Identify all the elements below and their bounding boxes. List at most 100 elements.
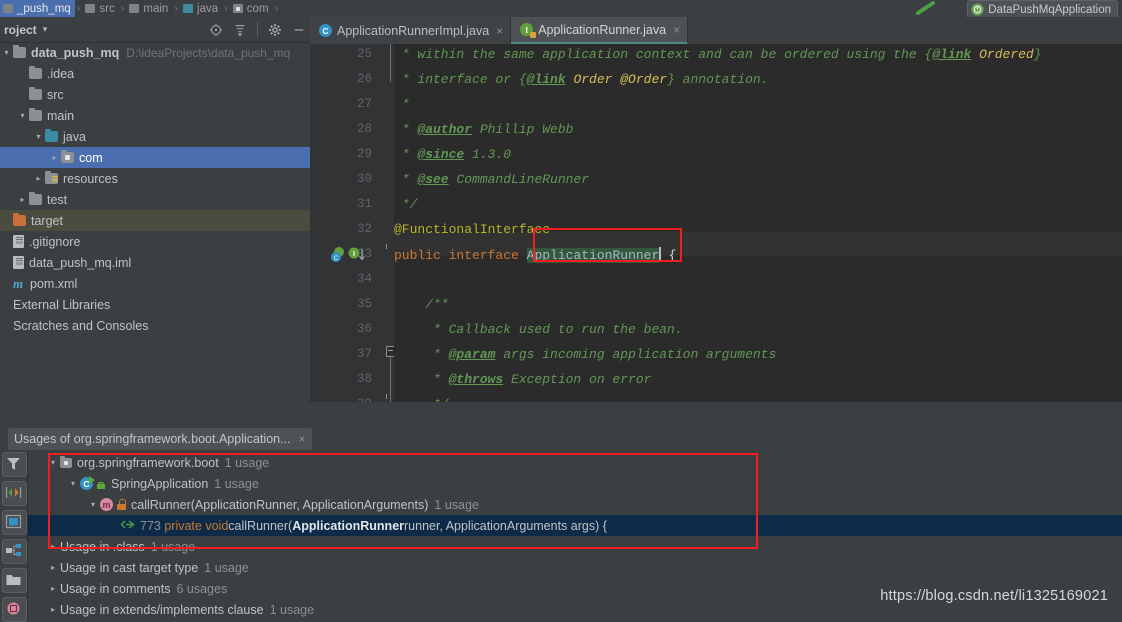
usages-tree-row[interactable]: 773 private void callRunner(ApplicationR… xyxy=(28,515,1122,536)
group-by-module-icon[interactable] xyxy=(2,568,27,593)
project-tree-item-label: target xyxy=(31,213,63,228)
project-tree-item-idea[interactable]: ▸.idea xyxy=(0,63,310,84)
breadcrumb: _push_mq › src › main › java › com › xyxy=(0,0,280,17)
breadcrumb-item-main[interactable]: main xyxy=(126,0,172,17)
usages-tab[interactable]: Usages of org.springframework.boot.Appli… xyxy=(8,428,312,450)
breadcrumb-item-java[interactable]: java xyxy=(180,0,222,17)
code-line[interactable]: public interface ApplicationRunner { xyxy=(394,247,676,263)
implemented-by-icon[interactable]: CI xyxy=(330,246,376,264)
chevron-right-icon[interactable]: ▸ xyxy=(48,153,61,162)
project-tree-item-datapushmq[interactable]: ▾ data_push_mq D:\ideaProjects\data_push_m… xyxy=(0,42,310,63)
chevron-right-icon[interactable]: ▸ xyxy=(46,563,60,572)
project-tree-item-gitignore[interactable]: ▸.gitignore xyxy=(0,231,310,252)
code-line[interactable]: * @throws Exception on error xyxy=(394,372,651,387)
project-tree[interactable]: ▾ data_push_mq D:\ideaProjects\data_push_m… xyxy=(0,42,310,402)
code-line[interactable]: * within the same application context an… xyxy=(394,47,1042,62)
code-line[interactable]: */ xyxy=(394,197,418,212)
project-tree-item-label: resources xyxy=(63,171,118,186)
filter-icon[interactable] xyxy=(2,452,27,477)
project-tree-item-main[interactable]: ▾ main xyxy=(0,105,310,126)
code-line[interactable]: * xyxy=(394,97,410,112)
fold-gutter[interactable] xyxy=(382,44,398,402)
project-tree-item-test[interactable]: ▸ test xyxy=(0,189,310,210)
chevron-right-icon[interactable]: ▸ xyxy=(46,584,60,593)
editor-gutter[interactable]: 252627282930313233343536373839CI xyxy=(310,44,382,402)
chevron-down-icon[interactable]: ▾ xyxy=(43,24,48,35)
usages-tree-row[interactable]: ▸ Usage in .class 1 usage xyxy=(28,536,1122,557)
breadcrumb-item-pushmq[interactable]: _push_mq xyxy=(0,0,75,17)
code-line[interactable]: * @since 1.3.0 xyxy=(394,147,511,162)
usage-count: 6 usages xyxy=(176,581,228,596)
project-tree-item-scratchesandconsoles[interactable]: ▸Scratches and Consoles xyxy=(0,315,310,336)
code-line[interactable]: * @see CommandLineRunner xyxy=(394,172,589,187)
project-tree-item-target[interactable]: ▸target xyxy=(0,210,310,231)
editor-tab-applicationrunnerimpljava[interactable]: C ApplicationRunnerImpl.java × xyxy=(310,17,512,44)
usages-tree-row[interactable]: ▾ C SpringApplication 1 usage xyxy=(28,473,1122,494)
code-line[interactable]: @FunctionalInterface xyxy=(394,222,550,237)
hide-icon[interactable] xyxy=(292,23,306,37)
collapse-all-icon[interactable] xyxy=(233,23,247,37)
usage-count: 1 usage xyxy=(204,560,249,575)
line-number: 32 xyxy=(356,222,372,236)
editor-area: C ApplicationRunnerImpl.java × I Application… xyxy=(310,17,1122,402)
line-number: 30 xyxy=(356,172,372,186)
close-icon[interactable]: × xyxy=(496,24,503,38)
code-line[interactable]: /** xyxy=(394,297,448,312)
chevron-down-icon[interactable]: ▾ xyxy=(46,458,60,467)
chevron-down-icon[interactable]: ▾ xyxy=(32,132,45,141)
usages-tree-label: SpringApplication xyxy=(111,476,209,491)
chevron-right-icon[interactable]: ▸ xyxy=(32,174,45,183)
project-tree-item-resources[interactable]: ▸ resources xyxy=(0,168,310,189)
close-icon[interactable]: × xyxy=(299,432,306,446)
usages-tree-row[interactable]: ▾ m callRunner(ApplicationRunner, Applicat… xyxy=(28,494,1122,515)
project-tree-item-com[interactable]: ▸ com xyxy=(0,147,310,168)
project-tree-item-label: test xyxy=(47,192,68,207)
interface-icon: I xyxy=(520,23,537,38)
expand-collapse-icon[interactable] xyxy=(2,481,27,506)
chevron-right-icon[interactable]: ▸ xyxy=(46,542,60,551)
line-number: 29 xyxy=(356,147,372,161)
code-line[interactable]: * Callback used to run the bean. xyxy=(394,322,683,337)
chevron-down-icon[interactable]: ▾ xyxy=(66,479,80,488)
project-tree-item-label: data_push_mq xyxy=(31,45,120,60)
code-line[interactable]: * interface or {@link Order @Order} anno… xyxy=(394,72,769,87)
breadcrumb-item-src[interactable]: src xyxy=(82,0,118,17)
breadcrumb-item-com[interactable]: com xyxy=(230,0,273,17)
breadcrumb-item-label: java xyxy=(197,2,219,15)
usage-code-keyword: private void xyxy=(164,518,229,533)
editor-tab-applicationrunnerjava[interactable]: I ApplicationRunner.java × xyxy=(511,17,689,44)
project-tree-item-src[interactable]: ▸src xyxy=(0,84,310,105)
preview-icon[interactable] xyxy=(2,510,27,535)
public-visibility-icon xyxy=(96,479,106,489)
usages-tab-label: Usages of org.springframework.boot.Appli… xyxy=(14,432,291,446)
project-tree-item-label: pom.xml xyxy=(30,276,78,291)
usages-tab-bar: Usages of org.springframework.boot.Appli… xyxy=(0,426,1122,452)
close-icon[interactable]: × xyxy=(673,23,680,37)
project-tree-item-pomxml[interactable]: ▸mpom.xml xyxy=(0,273,310,294)
code-lines[interactable]: * within the same application context an… xyxy=(394,44,1122,402)
chevron-right-icon[interactable]: ▸ xyxy=(46,605,60,614)
locate-icon[interactable] xyxy=(209,23,223,37)
usages-tree-row[interactable]: ▸ Usage in cast target type 1 usage xyxy=(28,557,1122,578)
class-icon: C xyxy=(319,24,332,37)
project-tree-item-externallibraries[interactable]: ▸External Libraries xyxy=(0,294,310,315)
code-line[interactable]: * @param args incoming application argum… xyxy=(394,347,776,362)
file-icon xyxy=(13,235,24,248)
line-number: 27 xyxy=(356,97,372,111)
group-by-structure-icon[interactable] xyxy=(2,539,27,564)
gutter-marker-group[interactable]: CI xyxy=(330,246,376,264)
chevron-right-icon[interactable]: ▸ xyxy=(16,195,29,204)
chevron-down-icon[interactable]: ▾ xyxy=(0,48,13,57)
project-tree-item-datapushmqiml[interactable]: ▸data_push_mq.iml xyxy=(0,252,310,273)
chevron-down-icon[interactable]: ▾ xyxy=(16,111,29,120)
code-view[interactable]: 252627282930313233343536373839CI * withi… xyxy=(310,44,1122,402)
chevron-down-icon[interactable]: ▾ xyxy=(86,500,100,509)
usage-code-suffix: runner, ApplicationArguments args) { xyxy=(404,518,607,533)
project-tree-item-java[interactable]: ▾ java xyxy=(0,126,310,147)
code-line[interactable]: * @author Phillip Webb xyxy=(394,122,574,137)
gear-icon[interactable] xyxy=(268,23,282,37)
comment-text: * @since 1.3.0 xyxy=(394,147,512,162)
group-by-method-icon[interactable] xyxy=(2,597,27,622)
usages-tree-row[interactable]: ▾ org.springframework.boot 1 usage xyxy=(28,452,1122,473)
highlighted-symbol: ApplicationRunner xyxy=(526,248,660,263)
